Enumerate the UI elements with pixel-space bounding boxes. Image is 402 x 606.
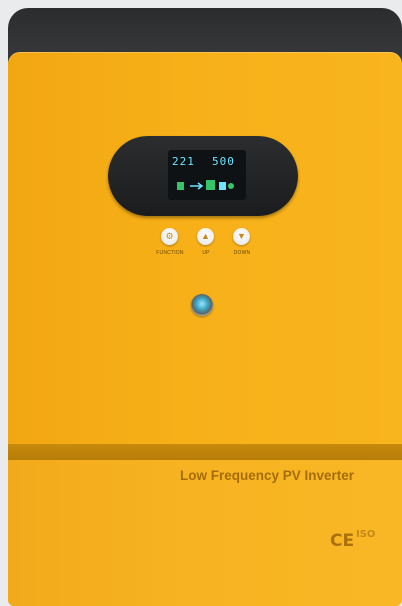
- control-buttons: ⚙ FUNCTION ▲ UP ▼ DOWN: [8, 228, 402, 268]
- down-label: DOWN: [233, 250, 251, 256]
- ce-mark: CE: [330, 531, 355, 551]
- divider-stripe: [8, 444, 402, 460]
- arrow-up-icon: ▲: [201, 231, 210, 241]
- display-bezel: 221 500: [108, 136, 298, 216]
- flow-arrow-icon: [190, 182, 204, 190]
- grid-icon: [228, 183, 234, 189]
- solar-panel-icon: [206, 180, 215, 190]
- function-button[interactable]: ⚙: [161, 228, 178, 245]
- down-button[interactable]: ▼: [233, 228, 250, 245]
- arrow-down-icon: ▼: [237, 231, 246, 241]
- inverter-device: 221 500 ⚙ FUNCTION ▲ UP ▼ DOWN Low Frequ…: [8, 8, 402, 606]
- lcd-screen: 221 500: [168, 150, 246, 200]
- lcd-left-reading: 221: [172, 155, 195, 168]
- battery-icon: [177, 182, 184, 190]
- iso-mark: ISO: [356, 529, 376, 540]
- product-name: Low Frequency PV Inverter: [180, 468, 355, 483]
- power-button[interactable]: [191, 294, 213, 316]
- load-icon: [219, 182, 226, 190]
- lcd-right-reading: 500: [212, 155, 235, 168]
- lcd-status-icons: [177, 180, 234, 190]
- up-button[interactable]: ▲: [197, 228, 214, 245]
- gear-icon: ⚙: [165, 231, 174, 241]
